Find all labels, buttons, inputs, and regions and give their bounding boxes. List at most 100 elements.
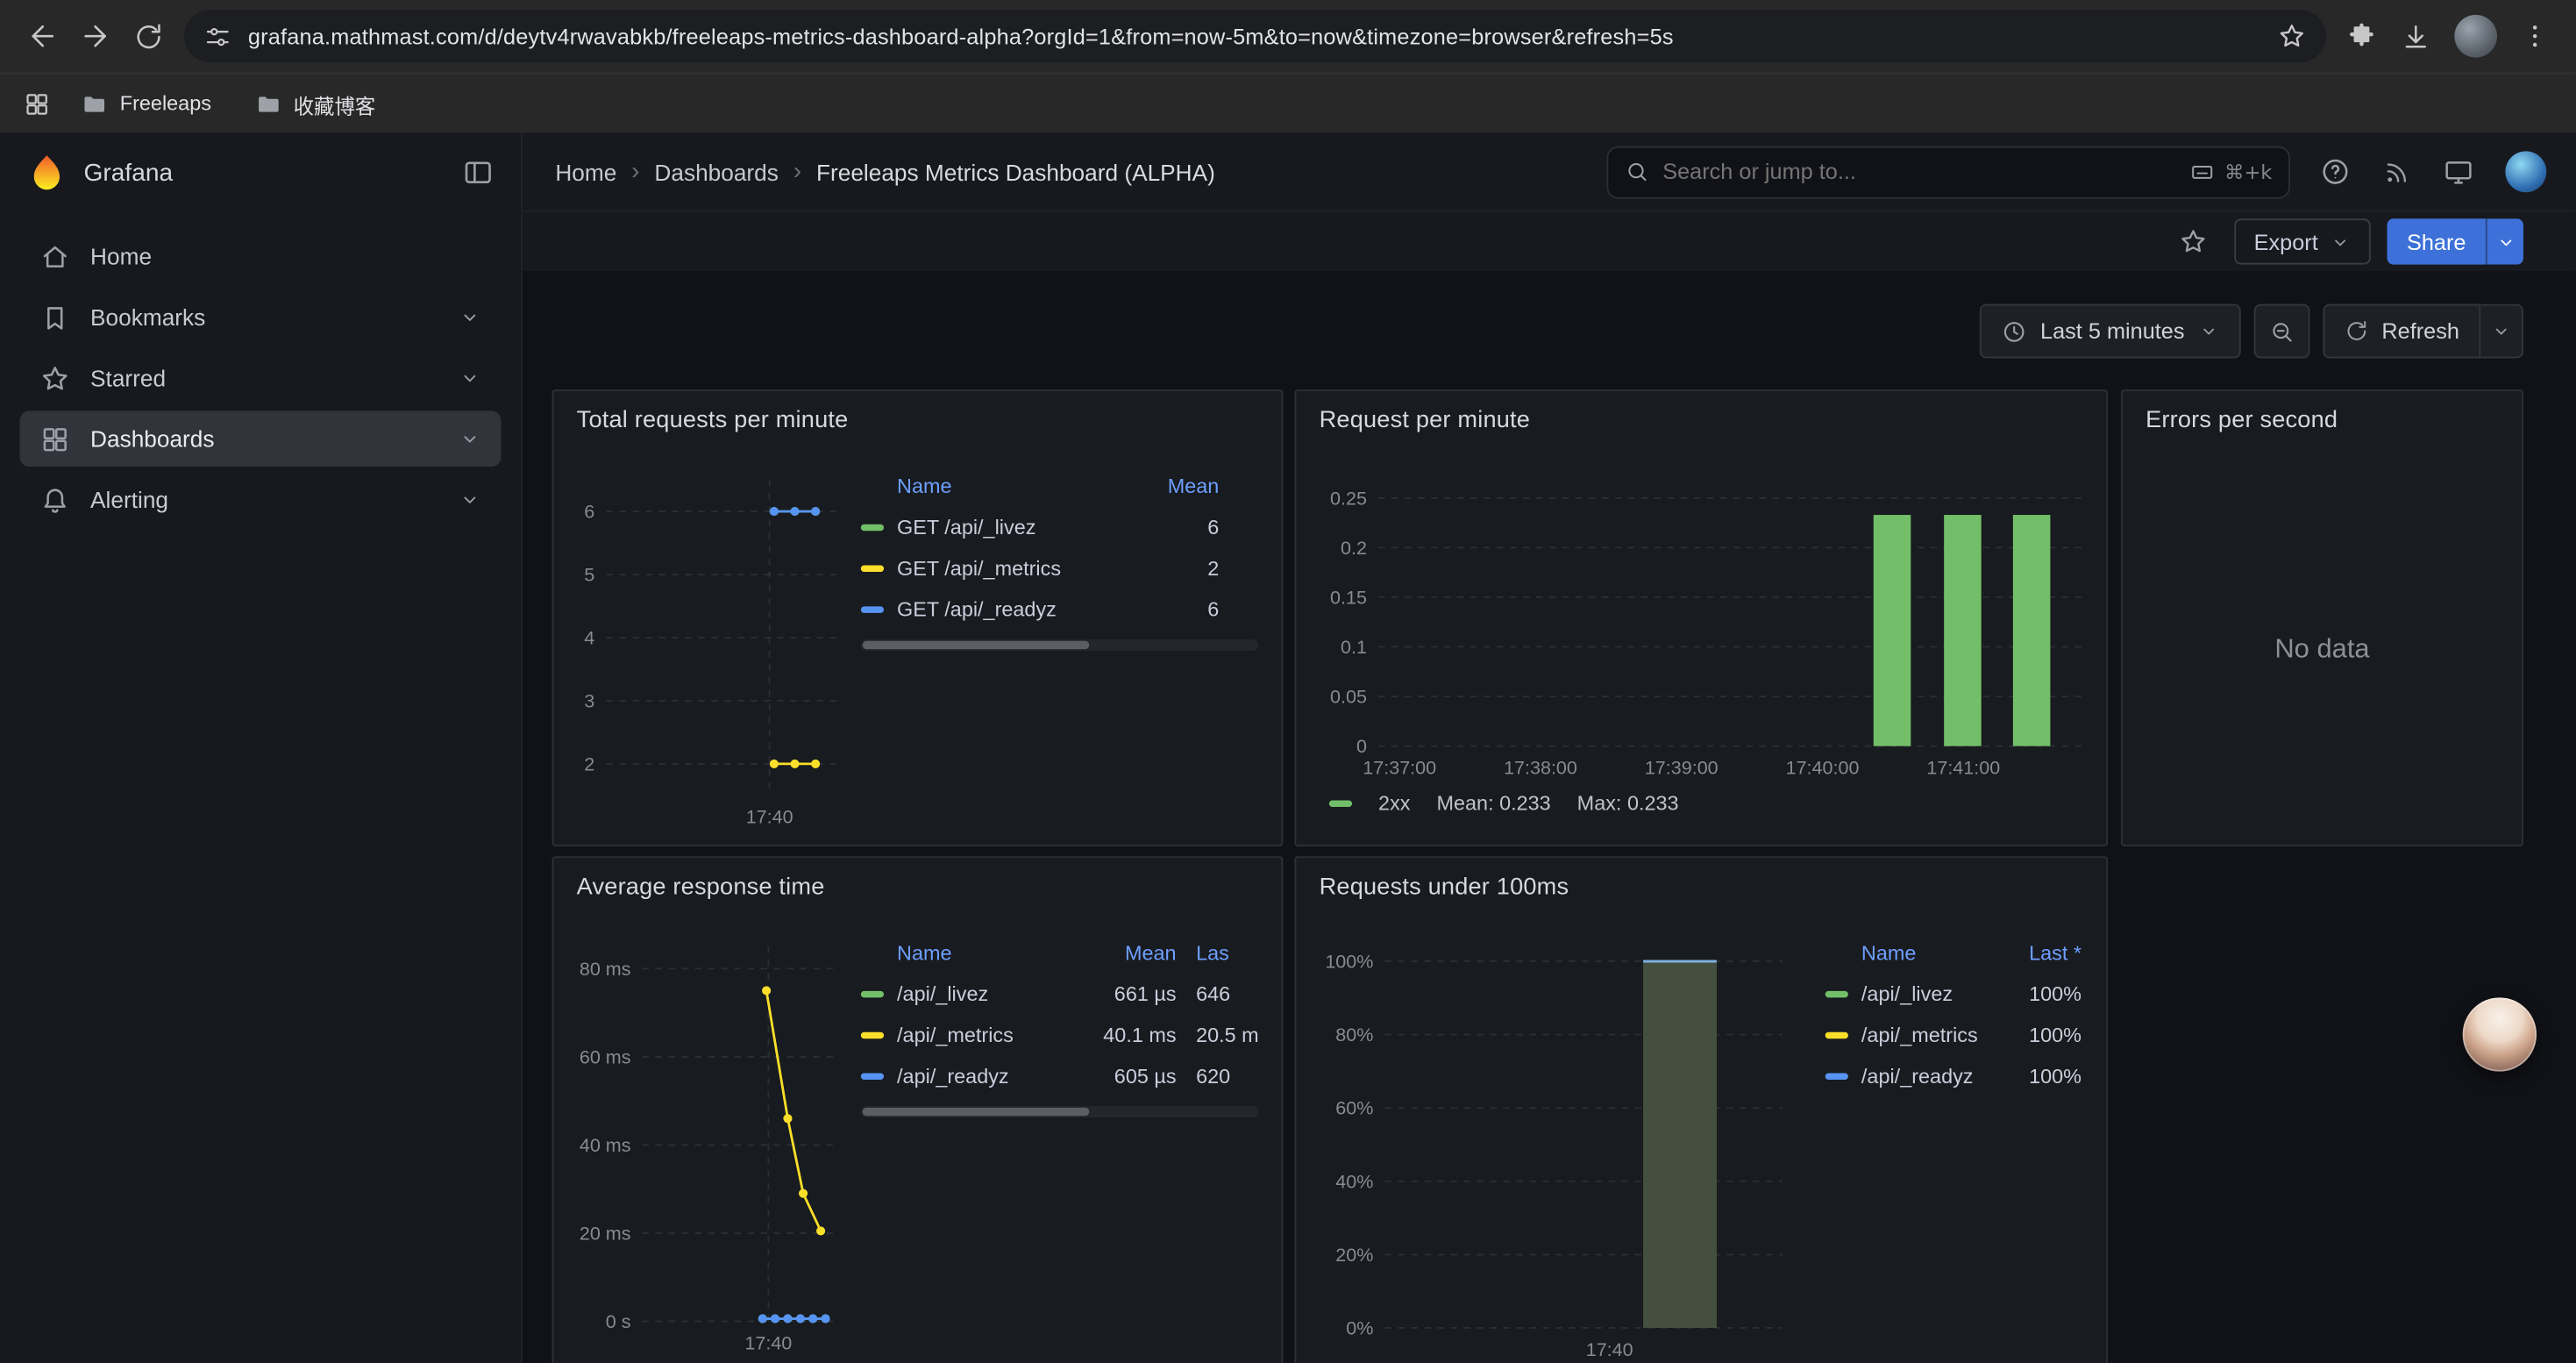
svg-text:0 s: 0 s [606, 1311, 631, 1332]
svg-text:20 ms: 20 ms [580, 1224, 631, 1245]
time-range-label: Last 5 minutes [2040, 319, 2185, 344]
legend-row[interactable]: /api/_metrics 40.1 ms 20.5 m [851, 1014, 1272, 1055]
monitor-icon[interactable] [2443, 156, 2474, 188]
zoom-out-time-button[interactable] [2253, 304, 2309, 359]
refresh-interval-button[interactable] [2480, 304, 2523, 359]
extensions-icon[interactable] [2346, 20, 2378, 52]
legend-header-last[interactable]: Last * [1983, 942, 2081, 965]
browser-menu-icon[interactable] [2520, 21, 2550, 51]
time-range-picker[interactable]: Last 5 minutes [1980, 304, 2241, 359]
series-swatch [861, 605, 884, 611]
legend-scrollbar[interactable] [861, 639, 1258, 651]
user-avatar[interactable] [2505, 151, 2546, 192]
export-button[interactable]: Export [2234, 218, 2371, 264]
legend-row[interactable]: GET /api/_metrics 2 [851, 547, 1272, 589]
breadcrumb-dashboards[interactable]: Dashboards [654, 159, 778, 185]
average-response-time-chart[interactable]: 80 ms60 ms40 ms20 ms0 s17:40 [564, 933, 846, 1357]
svg-text:0.2: 0.2 [1341, 538, 1367, 559]
total-requests-chart[interactable]: 6543217:40 [564, 467, 846, 831]
panel-title[interactable]: Request per minute [1296, 391, 2106, 434]
search-input[interactable] [1662, 160, 2176, 184]
legend-scrollbar[interactable] [861, 1106, 1258, 1117]
svg-text:17:40: 17:40 [746, 807, 793, 828]
request-per-minute-chart[interactable]: 0.250.20.150.10.05017:37:0017:38:0017:39… [1313, 470, 2093, 782]
reload-button[interactable] [122, 10, 174, 62]
search-shortcut-keys: ⌘+k [2224, 161, 2272, 183]
legend-header-mean[interactable]: Mean [1081, 942, 1177, 965]
star-icon [39, 362, 71, 394]
breadcrumb-home[interactable]: Home [555, 159, 616, 185]
share-menu-button[interactable] [2486, 218, 2523, 264]
share-split-button[interactable]: Share [2387, 218, 2523, 264]
series-swatch [861, 1073, 884, 1079]
bookmark-folder-blogs[interactable]: 收藏博客 [241, 82, 389, 126]
legend-scrollbar-thumb[interactable] [863, 1108, 1089, 1116]
sidebar-item-home[interactable]: Home [19, 228, 501, 284]
bookmark-folder-freeleaps[interactable]: Freeleaps [68, 83, 224, 125]
legend-header-name[interactable]: Name [1825, 942, 1983, 965]
legend-row[interactable]: /api/_readyz 605 µs 620 [851, 1055, 1272, 1096]
help-icon[interactable] [2320, 156, 2352, 188]
assistant-avatar[interactable] [2463, 997, 2537, 1071]
sidebar-item-alerting[interactable]: Alerting [19, 472, 501, 528]
news-rss-icon[interactable] [2382, 157, 2412, 187]
search-box[interactable]: ⌘+k [1606, 146, 2289, 198]
panel-title[interactable]: Requests under 100ms [1296, 858, 2106, 901]
svg-text:17:40:00: 17:40:00 [1786, 758, 1860, 779]
legend-row[interactable]: /api/_metrics 100% [1815, 1014, 2088, 1055]
legend-scrollbar-thumb[interactable] [863, 641, 1089, 649]
grafana-logo-icon[interactable] [26, 152, 68, 193]
chevron-down-icon[interactable] [459, 367, 481, 389]
series-last: 20.5 m [1177, 1023, 1272, 1045]
site-settings-icon[interactable] [203, 22, 231, 50]
legend-row[interactable]: /api/_livez 661 µs 646 [851, 973, 1272, 1014]
chevron-down-icon[interactable] [459, 427, 481, 450]
address-bar[interactable]: grafana.mathmast.com/d/deytv4rwavabkb/fr… [184, 10, 2326, 62]
legend-header-mean[interactable]: Mean [1127, 475, 1219, 498]
forward-button[interactable] [69, 10, 122, 62]
url-text[interactable]: grafana.mathmast.com/d/deytv4rwavabkb/fr… [248, 24, 2260, 48]
sidebar-item-starred[interactable]: Starred [19, 350, 501, 406]
series-mean: 40.1 ms [1081, 1023, 1177, 1045]
legend-row[interactable]: GET /api/_livez 6 [851, 506, 1272, 547]
series-name: GET /api/_readyz [897, 597, 1127, 620]
panel-title[interactable]: Total requests per minute [553, 391, 1281, 434]
downloads-icon[interactable] [2401, 20, 2432, 52]
legend-header: Name Mean [851, 467, 1272, 506]
collapse-sidebar-icon[interactable] [462, 156, 495, 189]
svg-text:5: 5 [584, 565, 594, 586]
series-name: /api/_metrics [897, 1023, 1081, 1045]
legend-header-name[interactable]: Name [861, 942, 1081, 965]
back-button[interactable] [17, 10, 69, 62]
svg-text:40%: 40% [1335, 1171, 1373, 1192]
series-mean: 661 µs [1081, 982, 1177, 1005]
legend-header-last[interactable]: Las [1177, 942, 1272, 965]
legend-header-name[interactable]: Name [861, 475, 1128, 498]
legend-row[interactable]: /api/_readyz 100% [1815, 1055, 2088, 1096]
bell-icon [39, 484, 71, 516]
legend-series-2xx[interactable]: 2xx [1329, 792, 1411, 815]
sidebar-item-dashboards[interactable]: Dashboards [19, 410, 501, 467]
apps-grid-icon[interactable] [23, 89, 51, 118]
sidebar-item-label: Bookmarks [90, 304, 205, 331]
panel-request-per-minute: Request per minute 0.250.20.150.10.05017… [1294, 389, 2107, 846]
series-name: /api/_metrics [1861, 1023, 1983, 1045]
panel-title[interactable]: Errors per second [2123, 391, 2522, 434]
legend-row[interactable]: GET /api/_readyz 6 [851, 589, 1272, 630]
svg-text:80%: 80% [1335, 1024, 1373, 1045]
sidebar-item-bookmarks[interactable]: Bookmarks [19, 289, 501, 346]
series-swatch [1825, 990, 1848, 996]
breadcrumb: Home › Dashboards › Freeleaps Metrics Da… [555, 158, 1215, 186]
chevron-down-icon[interactable] [459, 488, 481, 510]
bookmark-star-icon[interactable] [2277, 21, 2307, 51]
share-button[interactable]: Share [2387, 218, 2485, 264]
legend-row[interactable]: /api/_livez 100% [1815, 973, 2088, 1014]
chevron-down-icon[interactable] [459, 306, 481, 329]
requests-under-100ms-chart[interactable]: 100%80%60%40%20%0%17:40 [1313, 933, 1792, 1363]
legend-header: Name Last * [1815, 933, 2088, 973]
panel-title[interactable]: Average response time [553, 858, 1281, 901]
series-last: 620 [1177, 1064, 1272, 1087]
refresh-button[interactable]: Refresh [2323, 304, 2480, 359]
browser-profile-avatar[interactable] [2454, 15, 2497, 58]
favorite-star-icon[interactable] [2178, 227, 2208, 257]
